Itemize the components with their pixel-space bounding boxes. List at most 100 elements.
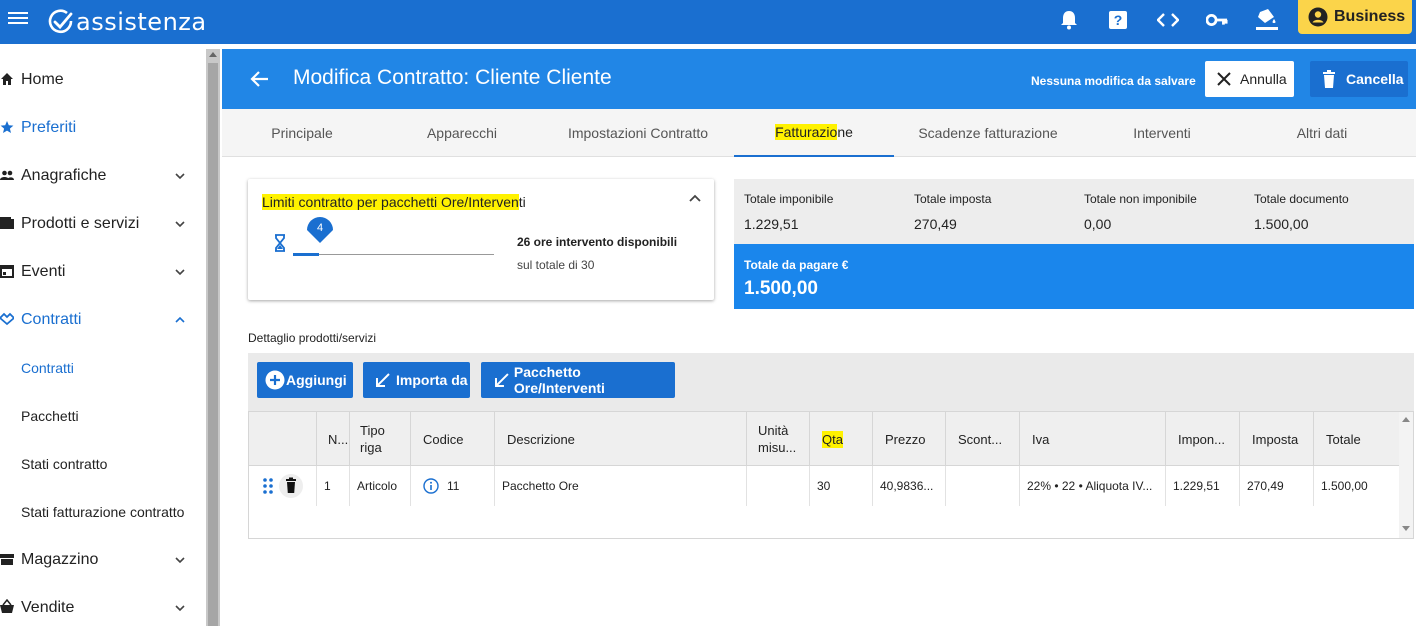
tab-label-rest: ne [837,124,853,140]
sidebar-subitem-stati-fatturazione[interactable]: Stati fatturazione contratto [0,488,206,536]
hourglass-icon [275,234,285,252]
sidebar-item-magazzino[interactable]: Magazzino [0,536,206,584]
business-label: Business [1334,8,1406,25]
cell-descrizione: Pacchetto Ore [495,466,747,506]
tab-scadenze[interactable]: Scadenze fatturazione [894,109,1082,157]
delete-icon[interactable] [279,474,303,498]
aggiungi-button[interactable]: Aggiungi [257,362,353,398]
tab-impostazioni[interactable]: Impostazioni Contratto [542,109,734,157]
code-icon[interactable] [1157,9,1179,31]
sidebar-item-eventi[interactable]: Eventi [0,248,206,296]
tab-label: Apparecchi [426,125,498,141]
sidebar-item-label: Pacchetti [21,408,79,424]
menu-icon[interactable] [8,10,28,26]
sidebar-item-preferiti[interactable]: Preferiti [0,104,206,152]
importa-button[interactable]: Importa da [363,362,470,398]
cancella-button[interactable]: Cancella [1310,61,1408,97]
pacchetto-button[interactable]: Pacchetto Ore/Interventi [481,362,675,398]
total-value: 0,00 [1084,216,1112,232]
arrow-back-icon[interactable] [250,69,270,89]
chevron-down-icon [175,605,185,612]
scroll-up-arrow-icon[interactable] [1402,417,1410,422]
star-icon [0,121,14,133]
sidebar-subitem-contratti[interactable]: Contratti [0,344,206,392]
grid-header-imponibile[interactable]: Impon... [1166,412,1240,466]
annulla-button[interactable]: Annulla [1205,61,1294,97]
sidebar-subitem-stati-contratto[interactable]: Stati contratto [0,440,206,488]
arrow-import-icon [494,373,509,387]
sidebar-item-home[interactable]: Home [0,56,206,104]
table-row[interactable]: 1 Articolo 11 Pacchetto Ore 30 40,9836..… [249,466,1399,506]
tab-altri-dati[interactable]: Altri dati [1242,109,1402,157]
chevron-down-icon [175,557,185,564]
drag-handle-icon[interactable] [262,477,274,495]
grid-header-iva[interactable]: Iva [1020,412,1166,466]
grid-header-prezzo[interactable]: Prezzo [873,412,946,466]
scroll-down-arrow-icon[interactable] [1402,526,1410,531]
check-logo-icon [48,9,73,33]
sidebar-item-prodotti[interactable]: Prodotti e servizi [0,200,206,248]
grid-header-codice[interactable]: Codice [411,412,495,466]
bell-icon[interactable] [1058,9,1080,31]
sidebar-item-vendite[interactable]: Vendite [0,584,206,632]
header-label: Scont... [958,431,1003,447]
header-label: Totale [1326,431,1361,447]
sidebar-subitem-pacchetti[interactable]: Pacchetti [0,392,206,440]
paint-bucket-icon[interactable] [1256,9,1278,31]
grid-header-n[interactable]: N... [317,412,350,466]
tab-bar: Principale Apparecchi Impostazioni Contr… [222,109,1416,157]
pagare-value: 1.500,00 [744,278,818,299]
sidebar-scrollbar[interactable] [206,49,220,626]
limiti-card-title: Limiti contratto per pacchetti Ore/Inter… [262,194,526,210]
pagare-label: Totale da pagare € [744,258,849,272]
account-circle-icon [1308,7,1328,27]
grid-header-qta[interactable]: Qta [810,412,873,466]
help-icon[interactable]: ? [1107,9,1129,31]
grid-scrollbar[interactable] [1399,412,1413,538]
header-label: riga [360,440,382,455]
importa-label: Importa da [396,372,468,388]
header-label: Codice [423,431,464,447]
total-value: 1.500,00 [1254,216,1309,232]
grid-header-unita[interactable]: Unità misu... [747,412,810,466]
sidebar-item-label: Stati contratto [21,456,108,472]
chevron-up-icon[interactable] [689,193,701,205]
header-label: Prezzo [885,431,926,447]
key-icon[interactable] [1206,9,1228,31]
tab-label: Altri dati [1296,125,1348,141]
cell-value: 22% • 22 • Aliquota IV... [1027,479,1153,493]
scroll-up-arrow-icon[interactable] [209,52,217,57]
total-da-pagare: Totale da pagare € 1.500,00 [734,244,1414,309]
grid-header-descrizione[interactable]: Descrizione [495,412,747,466]
tab-interventi[interactable]: Interventi [1082,109,1242,157]
sidebar: Home Preferiti Anagrafiche Prodotti e se… [0,49,206,626]
grid-header-totale[interactable]: Totale [1314,412,1399,466]
slider-track[interactable] [293,254,494,255]
close-icon [1217,72,1231,86]
business-button[interactable]: Business [1298,0,1412,34]
total-label: Totale imposta [914,192,992,206]
limiti-title-rest: ti [518,194,526,210]
header-label: Impon... [1178,431,1225,447]
tab-label: Principale [271,125,333,141]
chevron-down-icon [175,221,185,228]
grid-header-imposta[interactable]: Imposta [1240,412,1314,466]
tab-fatturazione[interactable]: Fatturazione [734,109,894,157]
info-icon[interactable] [423,478,439,494]
trash-icon [1323,70,1335,88]
app-logo[interactable]: assistenza [48,7,207,37]
header-label: Imposta [1252,431,1299,447]
chevron-down-icon [175,269,185,276]
cell-value: 30 [817,479,831,493]
handshake-icon [0,312,14,326]
tab-label: Scadenze fatturazione [918,125,1058,141]
cell-n: 1 [317,466,350,506]
scrollbar-thumb[interactable] [208,63,218,626]
grid-header-tipo[interactable]: Tipo riga [350,412,411,466]
sidebar-item-contratti[interactable]: Contratti [0,296,206,344]
tab-principale[interactable]: Principale [222,109,382,157]
grid-header-sconto[interactable]: Scont... [946,412,1020,466]
tab-apparecchi[interactable]: Apparecchi [382,109,542,157]
detail-grid: N... Tipo riga Codice Descrizione Unità mi… [248,411,1414,539]
sidebar-item-anagrafiche[interactable]: Anagrafiche [0,152,206,200]
